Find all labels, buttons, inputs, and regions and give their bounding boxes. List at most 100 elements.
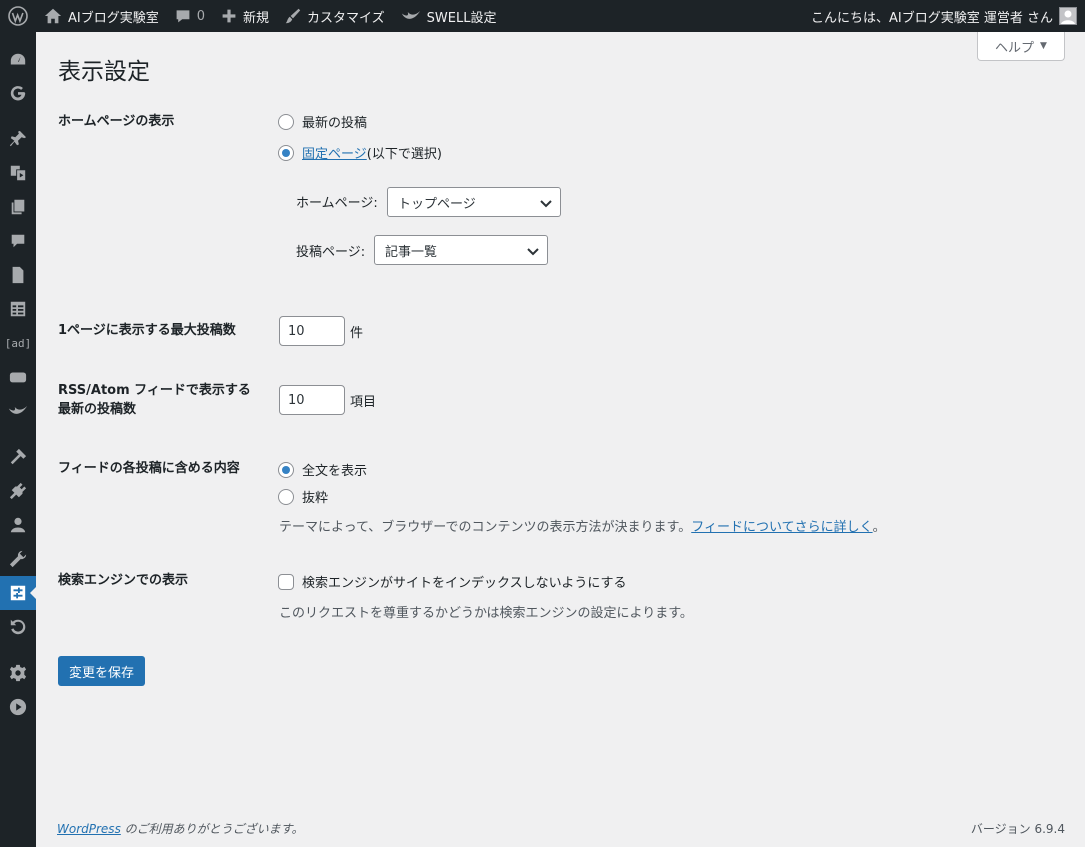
rss-count-unit: 項目 <box>350 395 377 410</box>
gear-icon <box>9 664 27 682</box>
radio-latest-posts-label: 最新の投稿 <box>302 116 368 131</box>
settings-sliders-icon <box>10 585 26 601</box>
rss-count-label: RSS/Atom フィードで表示する 最新の投稿数 <box>58 381 251 419</box>
swell-label: SWELL設定 <box>426 10 497 26</box>
wrench-icon <box>9 550 27 568</box>
radio-excerpt[interactable]: 抜粋 <box>278 487 328 506</box>
customize-menu[interactable]: カスタマイズ <box>277 0 393 32</box>
page-icon <box>12 266 24 284</box>
rss-count-input[interactable]: 10 <box>279 385 345 415</box>
radio-excerpt-control[interactable] <box>278 488 294 505</box>
postspage-select[interactable]: 記事一覧 <box>374 235 548 265</box>
postspage-select-label: 投稿ページ: <box>296 245 366 260</box>
menu-plugins[interactable] <box>0 474 36 508</box>
radio-latest-posts-control[interactable] <box>278 113 294 130</box>
swell-bird-icon <box>8 406 28 414</box>
new-content-menu[interactable]: 新規 <box>213 0 277 32</box>
menu-site-kit[interactable] <box>0 76 36 110</box>
menu-media[interactable] <box>0 156 36 190</box>
plugin-icon <box>9 482 27 500</box>
avatar <box>1059 7 1077 25</box>
hammer-icon <box>10 448 27 465</box>
postspage-select-value: 記事一覧 <box>385 244 438 260</box>
wordpress-link[interactable]: WordPress <box>57 822 121 836</box>
comment-icon <box>176 10 190 23</box>
homepage-select-label: ホームページ: <box>296 196 378 211</box>
save-changes-button[interactable]: 変更を保存 <box>58 656 145 686</box>
static-page-link[interactable]: 固定ページ <box>302 143 367 162</box>
search-engine-description: このリクエストを尊重するかどうかは検索エンジンの設定によります。 <box>279 606 693 621</box>
radio-full-text-control[interactable] <box>278 461 294 478</box>
comments-menu[interactable]: 0 <box>167 0 213 32</box>
rss-count-label-line1: RSS/Atom フィードで表示する <box>58 383 251 398</box>
posts-per-page-label: 1ページに表示する最大投稿数 <box>58 323 236 338</box>
menu-swell[interactable] <box>0 394 36 428</box>
radio-static-page[interactable]: 固定ページ (以下で選択) <box>278 143 442 162</box>
radio-excerpt-label: 抜粋 <box>302 491 329 506</box>
wordpress-logo-icon <box>8 6 28 26</box>
menu-tools[interactable] <box>0 542 36 576</box>
menu-pages-reusable[interactable] <box>0 190 36 224</box>
menu-site-settings[interactable] <box>0 656 36 690</box>
admin-bar: AIブログ実験室 0 新規 カスタマイズ SWELL設定 こんにちは、AIブログ… <box>0 0 1085 32</box>
footer-thanks: WordPress のご利用ありがとうございます。 <box>57 820 303 837</box>
media-icon <box>10 165 26 181</box>
ad-menu-label: [ad] <box>4 336 32 350</box>
message-icon <box>9 372 27 383</box>
homepage-select[interactable]: トップページ <box>387 187 561 217</box>
search-engine-label: 検索エンジンでの表示 <box>58 573 189 588</box>
footer-version: バージョン 6.9.4 <box>970 822 1065 836</box>
posts-per-page-input[interactable]: 10 <box>279 316 345 346</box>
menu-settings[interactable] <box>0 576 37 610</box>
discourage-search-label: 検索エンジンがサイトをインデックスしないようにする <box>302 576 627 591</box>
menu-forms[interactable] <box>0 360 36 394</box>
discourage-search-checkbox-control[interactable] <box>278 573 294 590</box>
feed-content-description: テーマによって、ブラウザーでのコンテンツの表示方法が決まります。 フィードについて… <box>279 516 886 535</box>
swell-bird-icon <box>401 11 420 19</box>
swell-settings-menu[interactable]: SWELL設定 <box>393 0 505 32</box>
customize-label: カスタマイズ <box>307 10 385 26</box>
help-label: ヘルプ <box>995 40 1035 56</box>
comments-count: 0 <box>196 8 206 24</box>
homepage-display-label: ホームページの表示 <box>58 114 175 129</box>
menu-posts[interactable] <box>0 122 36 156</box>
dashboard-icon <box>10 53 26 65</box>
menu-dashboard[interactable] <box>0 43 36 77</box>
undo-history-icon <box>10 619 26 635</box>
menu-pages[interactable] <box>0 258 36 292</box>
comments-icon <box>11 234 25 248</box>
paintbrush-icon <box>285 8 301 24</box>
feed-content-label: フィードの各投稿に含める内容 <box>58 461 240 476</box>
home-icon <box>44 8 62 24</box>
menu-appearance[interactable] <box>0 440 36 474</box>
radio-latest-posts[interactable]: 最新の投稿 <box>278 112 367 131</box>
menu-video[interactable] <box>0 690 36 724</box>
homepage-select-value: トップページ <box>398 196 476 212</box>
static-page-suffix: (以下で選択) <box>366 147 442 162</box>
radio-static-page-control[interactable] <box>278 144 294 161</box>
user-icon <box>10 517 26 533</box>
site-name: AIブログ実験室 <box>68 10 159 26</box>
footer-thanks-text: のご利用ありがとうございます。 <box>120 822 304 836</box>
page-title: 表示設定 <box>58 59 150 85</box>
feed-learn-more-link[interactable]: フィードについてさらに詳しく <box>691 516 872 535</box>
default-avatar-icon <box>1061 10 1075 24</box>
radio-full-text-label: 全文を表示 <box>302 464 368 479</box>
pushpin-icon <box>9 130 27 147</box>
my-account-menu[interactable]: こんにちは、AIブログ実験室 運営者 さん <box>803 0 1085 32</box>
play-circle-icon <box>9 698 27 716</box>
wordpress-logo-menu[interactable] <box>0 0 36 32</box>
feed-desc-prefix: テーマによって、ブラウザーでのコンテンツの表示方法が決まります。 <box>279 520 692 535</box>
menu-backup[interactable] <box>0 610 36 644</box>
menu-ads[interactable]: [ad] <box>0 326 36 360</box>
chevron-down-icon <box>540 200 552 208</box>
menu-comments[interactable] <box>0 224 36 258</box>
google-g-icon <box>10 86 26 101</box>
help-tab-button[interactable]: ヘルプ ▼ <box>977 32 1065 61</box>
copy-pages-icon <box>11 199 25 215</box>
discourage-search-checkbox[interactable]: 検索エンジンがサイトをインデックスしないようにする <box>278 572 626 591</box>
radio-full-text[interactable]: 全文を表示 <box>278 460 367 479</box>
site-name-menu[interactable]: AIブログ実験室 <box>36 0 167 32</box>
menu-layout[interactable] <box>0 292 36 326</box>
menu-users[interactable] <box>0 508 36 542</box>
